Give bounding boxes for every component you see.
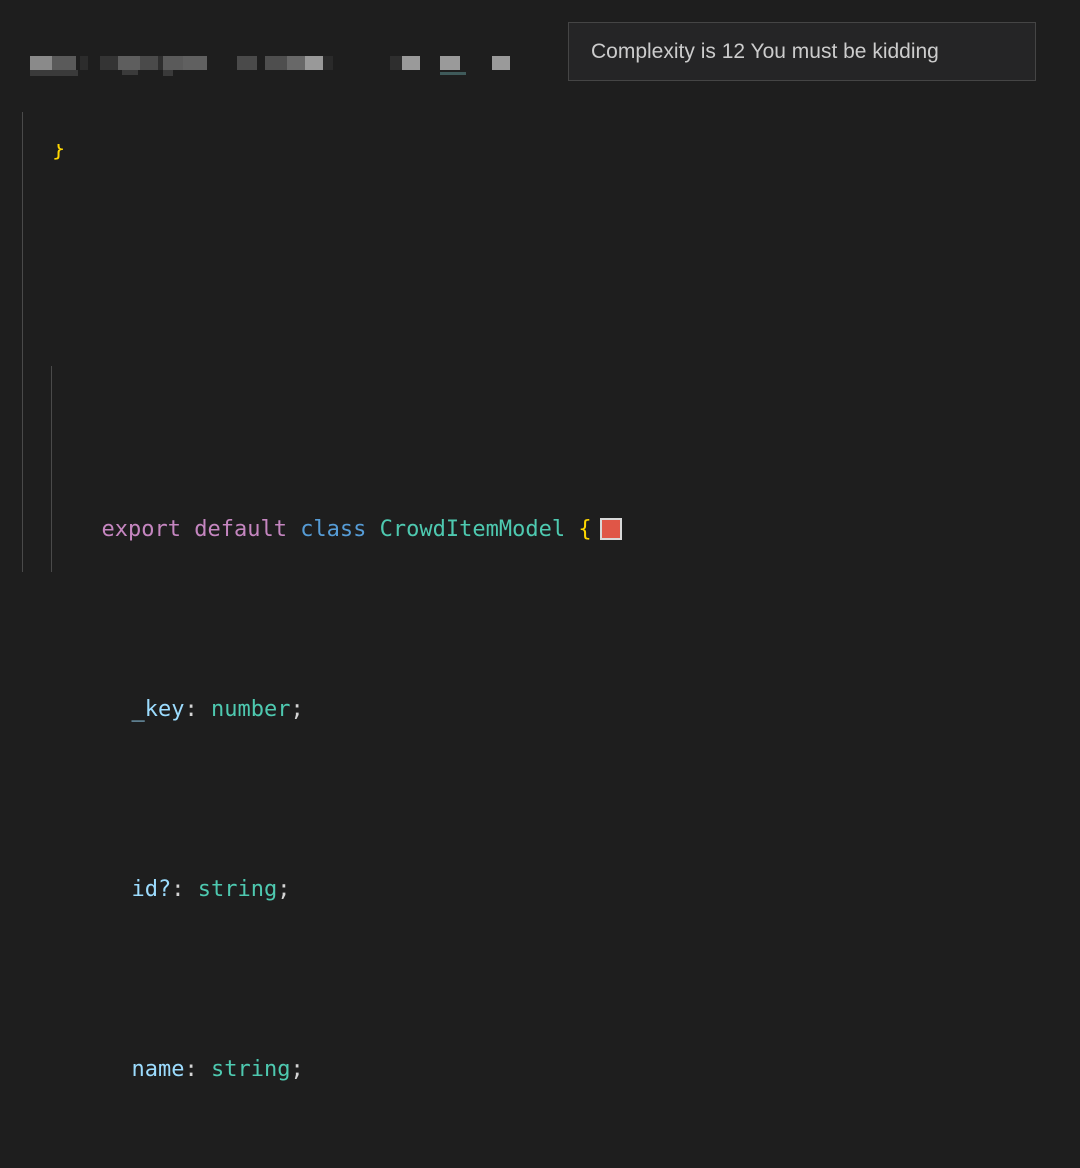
redaction-block	[183, 56, 207, 70]
redaction-block	[390, 56, 402, 70]
token-open-brace: {	[578, 517, 592, 542]
redaction-block	[140, 56, 158, 70]
token-type: number	[210, 697, 291, 722]
redacted-code-line	[0, 56, 560, 78]
code-content[interactable]: } export default class CrowdItemModel {…	[0, 0, 1080, 1168]
redaction-block	[237, 56, 257, 70]
redaction-block	[287, 56, 305, 70]
redaction-block	[163, 70, 173, 76]
redaction-block	[122, 70, 138, 75]
redaction-block	[30, 70, 78, 76]
token-type: string	[210, 1057, 291, 1082]
code-line-partial: }	[0, 144, 1080, 162]
code-line-field-key: _key: number;	[0, 656, 1080, 722]
token-semicolon: ;	[290, 1057, 304, 1082]
complexity-indicator-class[interactable]	[599, 518, 622, 540]
token-colon: :	[171, 877, 198, 902]
redaction-block	[80, 56, 88, 70]
code-line-field-id: id?: string;	[0, 836, 1080, 902]
redaction-block	[440, 72, 466, 75]
redaction-block	[265, 56, 287, 70]
token-field-name: _key	[131, 697, 185, 722]
token-colon: :	[184, 1057, 211, 1082]
code-line-field-name: name: string;	[0, 1016, 1080, 1082]
tooltip-text: Complexity is 12 You must be kidding	[591, 39, 939, 63]
complexity-hover-tooltip: Complexity is 12 You must be kidding	[568, 22, 1036, 81]
redaction-block	[163, 56, 183, 70]
token-colon: :	[184, 697, 211, 722]
code-editor[interactable]: } export default class CrowdItemModel {…	[0, 0, 1080, 1082]
redaction-block	[323, 56, 333, 70]
token-export: export	[101, 517, 181, 542]
redaction-block	[100, 56, 118, 70]
token-class: class	[300, 517, 367, 542]
code-line-class-declaration: export default class CrowdItemModel {	[0, 476, 1080, 542]
token-class-name: CrowdItemModel	[379, 517, 566, 542]
token-semicolon: ;	[277, 877, 291, 902]
redaction-block	[52, 56, 76, 70]
redaction-block	[440, 56, 460, 70]
redaction-block	[30, 56, 52, 70]
token-default: default	[194, 517, 287, 542]
redaction-block	[305, 56, 323, 70]
token-semicolon: ;	[290, 697, 304, 722]
token-field-name: name	[131, 1057, 185, 1082]
token-type: string	[197, 877, 278, 902]
redaction-block	[118, 56, 140, 70]
redaction-block	[492, 56, 510, 70]
redaction-block	[402, 56, 420, 70]
token-field-name: id?	[131, 877, 172, 902]
